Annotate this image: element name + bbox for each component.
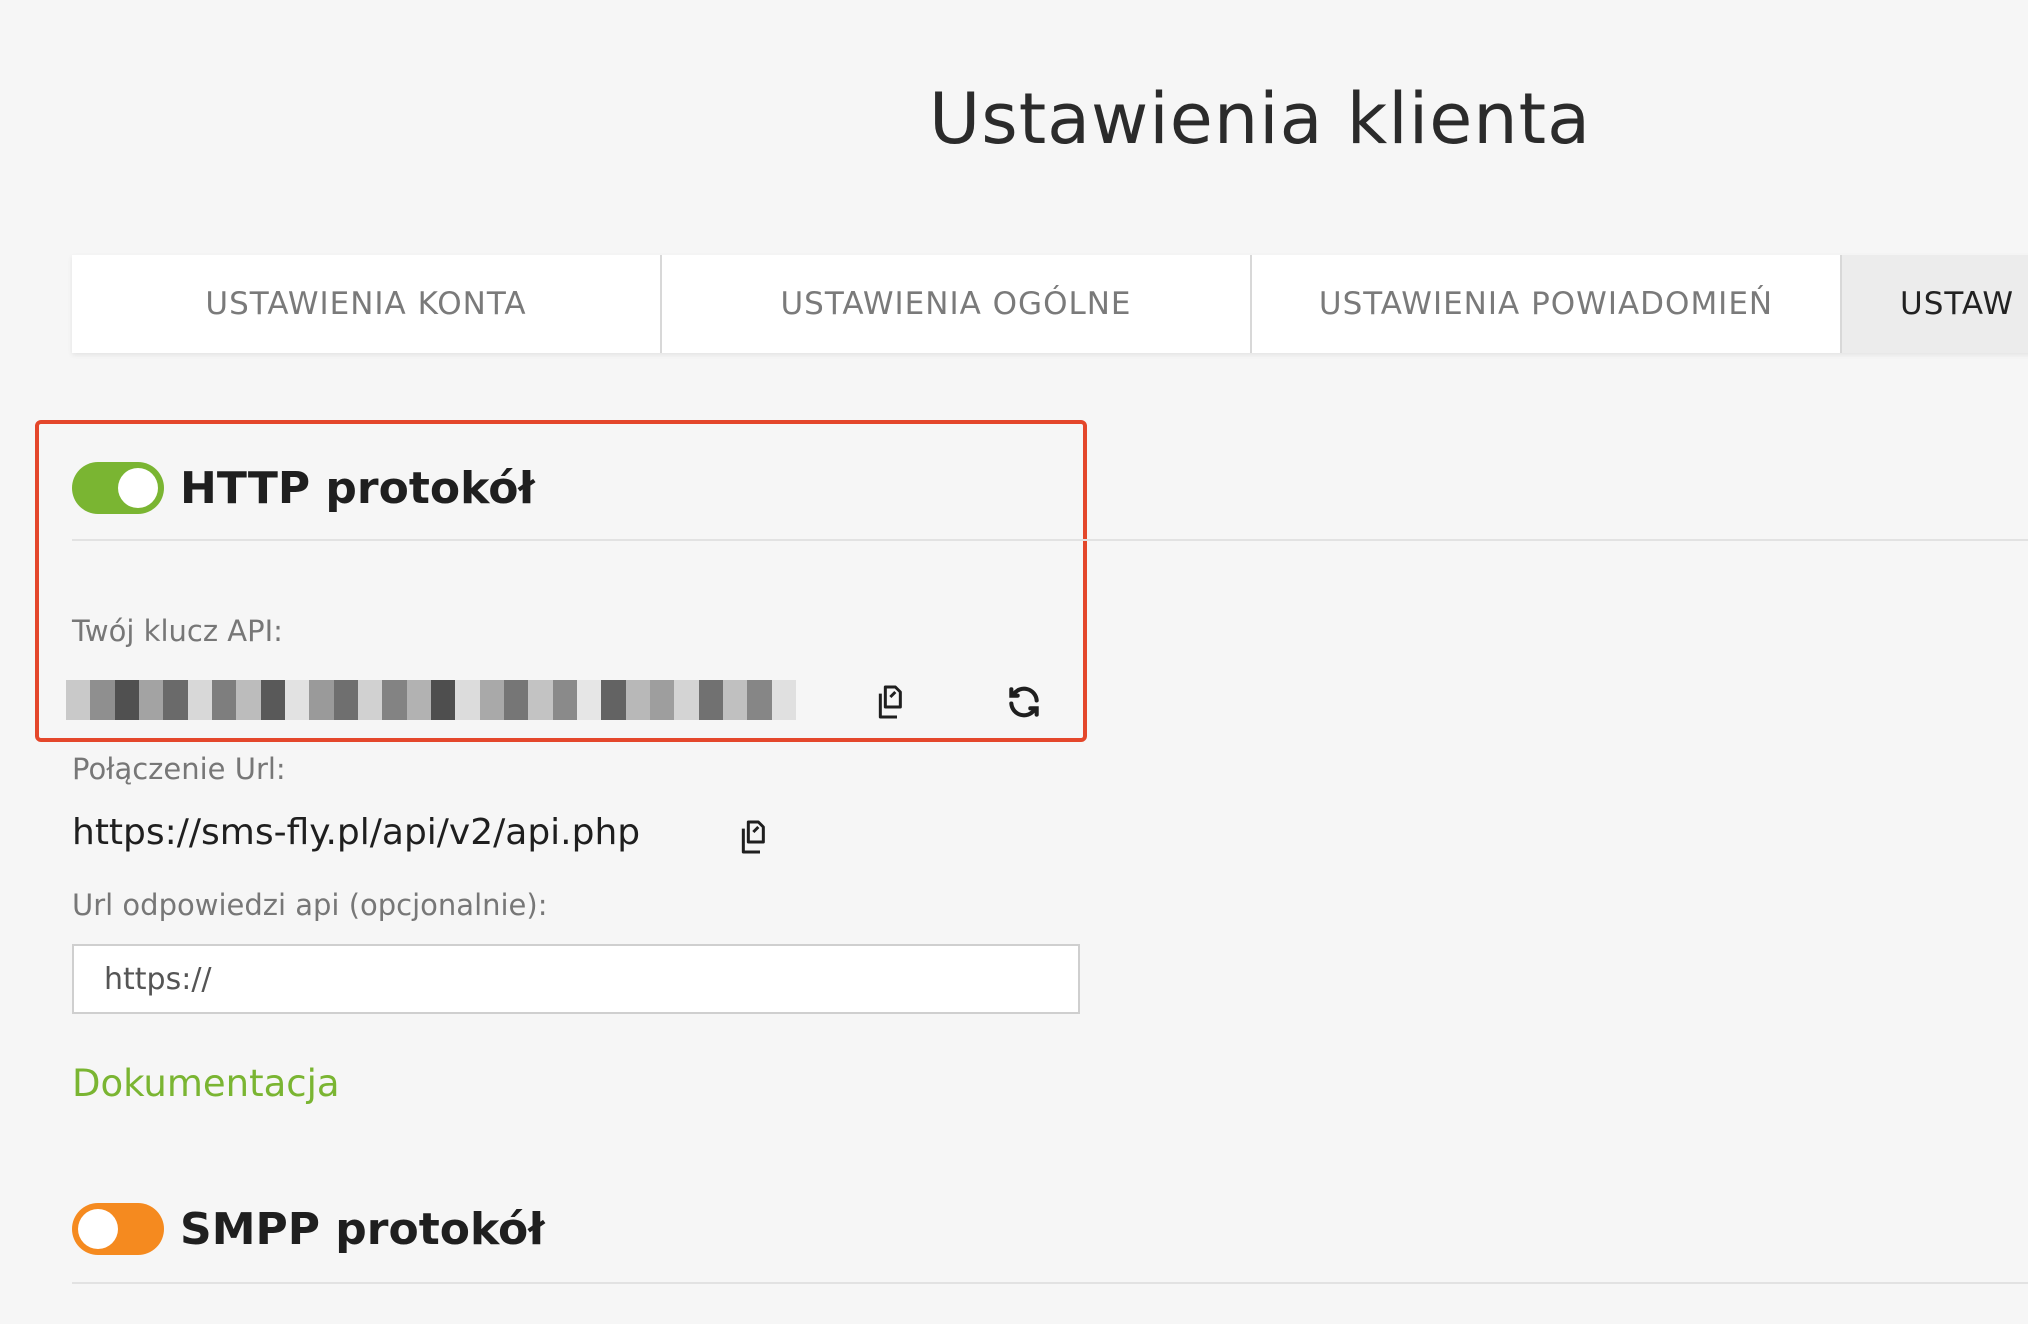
documentation-link[interactable]: Dokumentacja <box>72 1062 340 1105</box>
copy-url-icon[interactable] <box>733 815 777 859</box>
api-key-label: Twój klucz API: <box>72 614 283 648</box>
smpp-toggle[interactable] <box>72 1203 164 1255</box>
smpp-section-title: SMPP protokół <box>180 1203 545 1255</box>
http-toggle[interactable] <box>72 462 164 514</box>
response-url-input[interactable] <box>72 944 1080 1014</box>
api-key-value-redacted <box>66 680 796 720</box>
copy-icon[interactable] <box>870 680 914 724</box>
tab-notification-settings[interactable]: USTAWIENIA POWIADOMIEŃ <box>1252 255 1842 353</box>
page-title: Ustawienia klienta <box>929 78 1591 160</box>
response-url-label: Url odpowiedzi api (opcjonalnie): <box>72 888 548 922</box>
connection-url-label: Połączenie Url: <box>72 752 286 786</box>
tab-account-settings[interactable]: USTAWIENIA KONTA <box>72 255 662 353</box>
tab-general-settings[interactable]: USTAWIENIA OGÓLNE <box>662 255 1252 353</box>
page: Ustawienia klienta USTAWIENIA KONTA USTA… <box>0 0 2028 1324</box>
settings-tabs: USTAWIENIA KONTA USTAWIENIA OGÓLNE USTAW… <box>72 255 2028 353</box>
connection-url-value: https://sms-fly.pl/api/v2/api.php <box>72 812 641 853</box>
http-divider <box>72 539 2028 541</box>
smpp-divider <box>72 1282 2028 1284</box>
refresh-icon[interactable] <box>1002 680 1046 724</box>
tab-api-settings[interactable]: USTAW <box>1842 255 2028 353</box>
smpp-section-header: SMPP protokół <box>72 1203 545 1255</box>
toggle-knob <box>118 468 158 508</box>
http-section-header: HTTP protokół <box>72 462 535 514</box>
http-section-title: HTTP protokół <box>180 462 535 514</box>
toggle-knob <box>78 1209 118 1249</box>
